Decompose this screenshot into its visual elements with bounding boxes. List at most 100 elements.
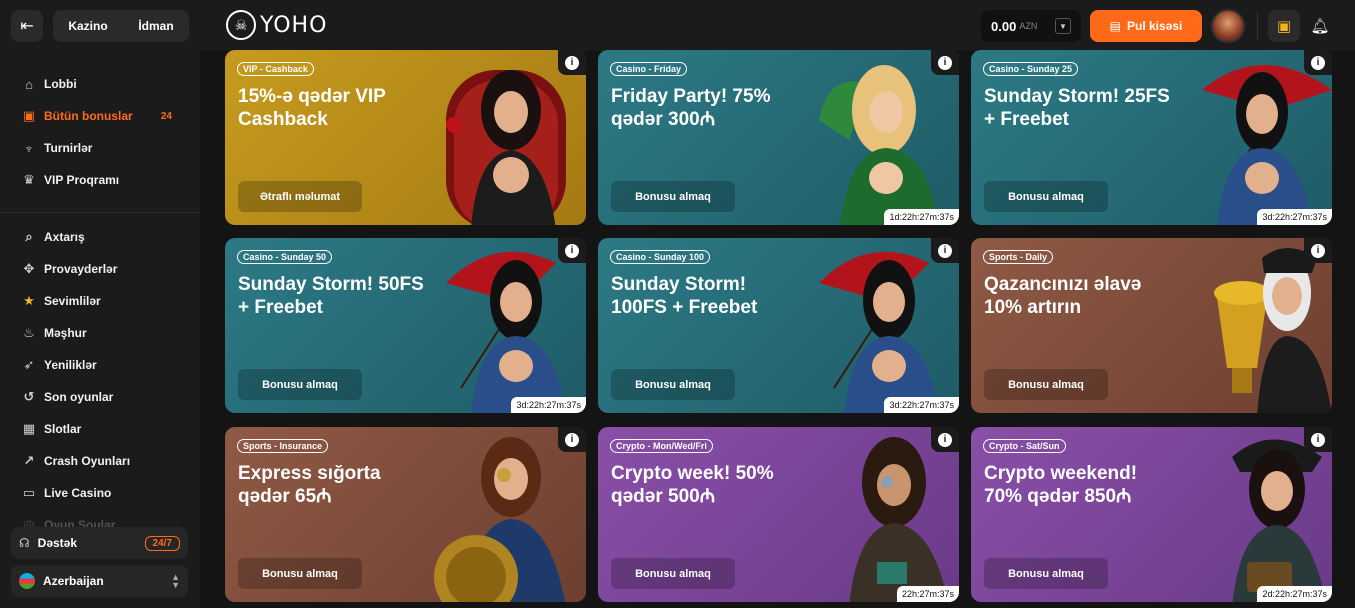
sidebar-item-slots[interactable]: ▦ Slotlar [0, 413, 200, 445]
sidebar-item-label: Son oyunlar [44, 390, 114, 404]
tv-icon: ▭ [22, 485, 36, 500]
promo-character-image [849, 437, 948, 602]
bonus-card[interactable]: Crypto - Sat/Sun Crypto weekend! 70% qəd… [971, 427, 1332, 602]
bonus-count-badge: 24 [160, 110, 172, 122]
sidebar-item-live-casino[interactable]: ▭ Live Casino [0, 477, 200, 509]
crown-icon: ♛ [23, 172, 35, 187]
info-icon[interactable]: i [1304, 238, 1332, 263]
language-select[interactable]: Azerbaijan ▲ ▼ [11, 565, 188, 597]
fire-icon: ♨ [23, 325, 35, 340]
info-icon[interactable]: i [931, 427, 959, 452]
bonus-category-chip: Sports - Daily [983, 250, 1054, 264]
info-icon[interactable]: i [1304, 427, 1332, 452]
bonus-category-chip: Sports - Insurance [237, 439, 329, 453]
bonus-cta-button[interactable]: Bonusu almaq [238, 369, 362, 400]
tab-kazino[interactable]: Kazino [68, 19, 107, 33]
support-hours-badge: 24/7 [144, 535, 180, 551]
logo-text: YOHO [260, 12, 328, 38]
sidebar-item-vip[interactable]: ♛ VIP Proqramı [0, 164, 200, 196]
bonus-cta-button[interactable]: Bonusu almaq [238, 558, 362, 589]
info-icon[interactable]: i [931, 238, 959, 263]
bonus-card[interactable]: Sports - Insurance Express sığorta qədər… [225, 427, 586, 602]
info-icon[interactable]: i [1304, 50, 1332, 75]
azerbaijan-flag-icon [19, 573, 35, 589]
promo-character-image [1232, 439, 1326, 602]
sidebar-item-label: Turnirlər [44, 141, 93, 155]
bonus-title: Crypto week! 50% qədər 500₼ [611, 463, 774, 507]
sidebar-item-label: Lobbi [44, 77, 77, 91]
bonus-card[interactable]: VIP - Cashback 15%-ə qədər VIP Cashback … [225, 50, 586, 225]
countdown-timer: 3d:22h:27m:37s [511, 397, 586, 413]
info-icon[interactable]: i [931, 50, 959, 75]
sidebar-item-bonuses[interactable]: ▣ Bütün bonuslar 24 [0, 100, 200, 132]
sidebar-divider [0, 212, 200, 213]
sidebar: ⇤ Kazino İdman ⌂ Lobbi ▣ Bütün bonuslar … [0, 0, 200, 608]
wallet-button[interactable]: ▤ Pul kisəsi [1090, 10, 1202, 42]
avatar[interactable] [1211, 9, 1245, 43]
tab-idman[interactable]: İdman [138, 19, 173, 33]
bonus-title: Express sığorta qədər 65₼ [238, 463, 381, 507]
promo-character-image [819, 251, 939, 413]
sidebar-item-label: Live Casino [44, 486, 112, 500]
sidebar-item-popular[interactable]: ♨ Məşhur [0, 317, 200, 349]
app-root: ⇤ Kazino İdman ⌂ Lobbi ▣ Bütün bonuslar … [0, 0, 1355, 608]
bonus-category-chip: Casino - Sunday 100 [610, 250, 711, 264]
info-icon[interactable]: i [558, 238, 586, 263]
collapse-sidebar-icon[interactable]: ⇤ [11, 10, 43, 42]
bonus-title: Sunday Storm! 50FS + Freebet [238, 274, 424, 318]
bonus-category-chip: Casino - Sunday 25 [983, 62, 1079, 76]
bonus-cta-button[interactable]: Bonusu almaq [984, 181, 1108, 212]
info-icon[interactable]: i [558, 427, 586, 452]
bonus-card[interactable]: Casino - Friday Friday Party! 75% qədər … [598, 50, 959, 225]
sidebar-item-search[interactable]: ⌕ Axtarış [0, 221, 200, 253]
sidebar-item-crash[interactable]: ↗ Crash Oyunları [0, 445, 200, 477]
sidebar-item-label: Bütün bonuslar [44, 109, 133, 123]
chevron-updown-icon: ▲ ▼ [171, 572, 180, 590]
bonus-cta-button[interactable]: Bonusu almaq [611, 558, 735, 589]
bonus-card[interactable]: Crypto - Mon/Wed/Fri Crypto week! 50% qə… [598, 427, 959, 602]
secondary-nav: ⌕ Axtarış ✥ Provayderlər ★ Sevimlilər ♨ … [0, 221, 200, 541]
sidebar-item-label: Slotlar [44, 422, 82, 436]
star-icon: ★ [23, 293, 35, 308]
bonus-cta-button[interactable]: Bonusu almaq [611, 369, 735, 400]
bonus-card[interactable]: Casino - Sunday 50 Sunday Storm! 50FS + … [225, 238, 586, 413]
chevron-down-icon[interactable]: ▼ [1055, 18, 1071, 34]
search-icon: ⌕ [25, 229, 33, 244]
bonus-cta-button[interactable]: Bonusu almaq [984, 369, 1108, 400]
sidebar-item-favorites[interactable]: ★ Sevimlilər [0, 285, 200, 317]
sidebar-item-lobby[interactable]: ⌂ Lobbi [0, 68, 200, 100]
sidebar-item-label: Məşhur [44, 326, 87, 340]
bonus-cta-button[interactable]: Bonusu almaq [611, 181, 735, 212]
sidebar-item-new[interactable]: ➶ Yeniliklər [0, 349, 200, 381]
pirate-logo-icon: ☠ [226, 10, 256, 40]
logo[interactable]: ☠ YOHO [226, 10, 327, 40]
bonus-card[interactable]: Sports - Daily Qazancınızı əlavə 10% art… [971, 238, 1332, 413]
trophy-icon: ♆ [24, 140, 34, 156]
sidebar-item-tournaments[interactable]: ♆ Turnirlər [0, 132, 200, 164]
home-icon: ⌂ [25, 76, 33, 92]
bonus-card[interactable]: Casino - Sunday 100 Sunday Storm! 100FS … [598, 238, 959, 413]
joystick-icon: ✥ [23, 261, 35, 276]
info-icon[interactable]: i [558, 50, 586, 75]
bonus-title: Qazancınızı əlavə 10% artırın [984, 274, 1142, 318]
sidebar-item-label: VIP Proqramı [44, 173, 120, 187]
countdown-timer: 1d:22h:27m:37s [884, 209, 959, 225]
header-divider [1257, 12, 1258, 40]
support-button[interactable]: ☊ Dəstək 24/7 [11, 527, 188, 559]
bell-icon[interactable]: 🔔︎ [1304, 10, 1336, 42]
wallet-label: Pul kisəsi [1126, 19, 1183, 33]
bonus-cta-button[interactable]: Bonusu almaq [984, 558, 1108, 589]
slot-icon: ▦ [22, 421, 36, 436]
promo-character-image [434, 437, 566, 602]
bonus-cta-button[interactable]: Ətraflı məlumat [238, 181, 362, 212]
bonus-title: Sunday Storm! 25FS + Freebet [984, 86, 1170, 130]
sidebar-item-label: Crash Oyunları [44, 454, 131, 468]
sidebar-item-label: Axtarış [44, 230, 85, 244]
promo-character-image [1202, 65, 1332, 225]
gift-icon: ▣ [22, 108, 36, 123]
sidebar-item-recent[interactable]: ↺ Son oyunlar [0, 381, 200, 413]
sidebar-item-providers[interactable]: ✥ Provayderlər [0, 253, 200, 285]
gift-icon[interactable]: ▣ [1268, 10, 1300, 42]
bonus-card[interactable]: Casino - Sunday 25 Sunday Storm! 25FS + … [971, 50, 1332, 225]
language-label: Azerbaijan [43, 574, 104, 588]
